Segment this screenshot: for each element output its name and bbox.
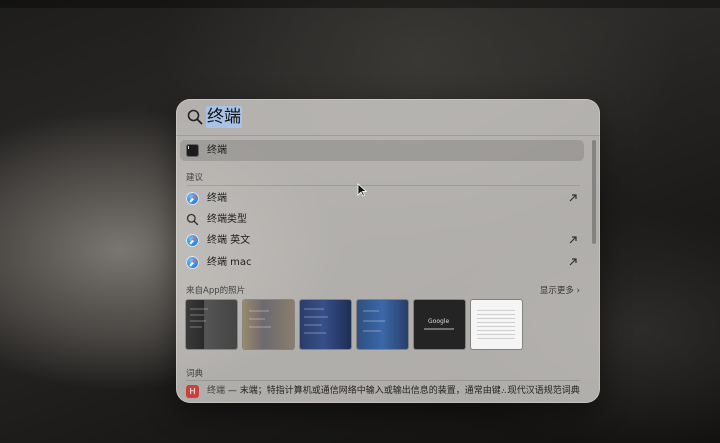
dictionary-separator: · xyxy=(502,386,505,396)
arrow-up-right-icon xyxy=(569,236,577,244)
photo-results: Google xyxy=(186,300,586,350)
chevron-right-icon: › xyxy=(576,286,580,296)
search-query-text[interactable]: 终端 xyxy=(206,106,242,128)
suggestion-label: 终端 xyxy=(207,193,227,204)
photo-thumb-4[interactable] xyxy=(357,300,408,349)
suggestion-label: 终端 mac xyxy=(207,257,252,268)
suggestion-item[interactable]: 终端类型 xyxy=(180,210,584,230)
safari-icon xyxy=(186,256,199,269)
arrow-up-right-icon xyxy=(569,194,577,202)
divider xyxy=(186,185,580,186)
safari-icon xyxy=(186,234,199,247)
divider xyxy=(186,380,580,381)
dictionary-word: 终端 xyxy=(207,386,226,396)
show-more-link[interactable]: 显示更多 › xyxy=(540,284,580,296)
search-icon xyxy=(186,213,199,226)
photo-thumb-6[interactable] xyxy=(471,300,522,349)
search-field[interactable]: 终端 xyxy=(176,99,600,136)
photo-thumb-5[interactable]: Google xyxy=(414,300,465,349)
safari-icon xyxy=(186,192,199,205)
search-icon xyxy=(187,109,203,125)
terminal-icon xyxy=(186,144,199,157)
dictionary-icon: H xyxy=(186,385,199,398)
photo-thumb-3[interactable] xyxy=(300,300,351,349)
dictionary-entry: 终端 — 末端；特指计算机或通信网络中输入或输出信息的装置，通常由键… xyxy=(207,384,510,399)
dictionary-source: · 现代汉语规范词典 xyxy=(502,384,580,399)
suggestion-label: 终端 英文 xyxy=(207,235,251,246)
photos-section-title: 来自App的照片 xyxy=(186,286,246,296)
scrollbar[interactable] xyxy=(592,140,596,244)
dictionary-definition: — 末端；特指计算机或通信网络中输入或输出信息的装置，通常由键… xyxy=(225,386,510,396)
dictionary-result[interactable]: H 终端 — 末端；特指计算机或通信网络中输入或输出信息的装置，通常由键… · … xyxy=(180,382,596,402)
suggestion-item[interactable]: 终端 mac xyxy=(180,253,584,273)
dictionary-source-name: 现代汉语规范词典 xyxy=(507,386,580,396)
arrow-up-right-icon xyxy=(569,258,577,266)
google-text: Google xyxy=(428,318,450,325)
photo-thumb-1[interactable] xyxy=(186,300,237,349)
show-more-label: 显示更多 xyxy=(539,286,574,296)
suggestion-item[interactable]: 终端 xyxy=(180,189,584,209)
suggestion-item[interactable]: 终端 英文 xyxy=(180,231,584,251)
spotlight-panel: 终端 终端 建议 终端 终端类型 终端 英文 终端 mac 来自App的照片 显… xyxy=(176,99,600,403)
suggestion-label: 终端类型 xyxy=(207,214,247,225)
top-hit-terminal[interactable]: 终端 xyxy=(180,140,584,161)
dictionary-section-title: 词典 xyxy=(186,369,204,379)
menu-bar xyxy=(0,0,720,8)
mouse-cursor-icon xyxy=(357,183,367,197)
photo-thumb-2[interactable] xyxy=(243,300,294,349)
top-hit-label: 终端 xyxy=(207,145,227,156)
suggestions-section-title: 建议 xyxy=(186,173,204,183)
